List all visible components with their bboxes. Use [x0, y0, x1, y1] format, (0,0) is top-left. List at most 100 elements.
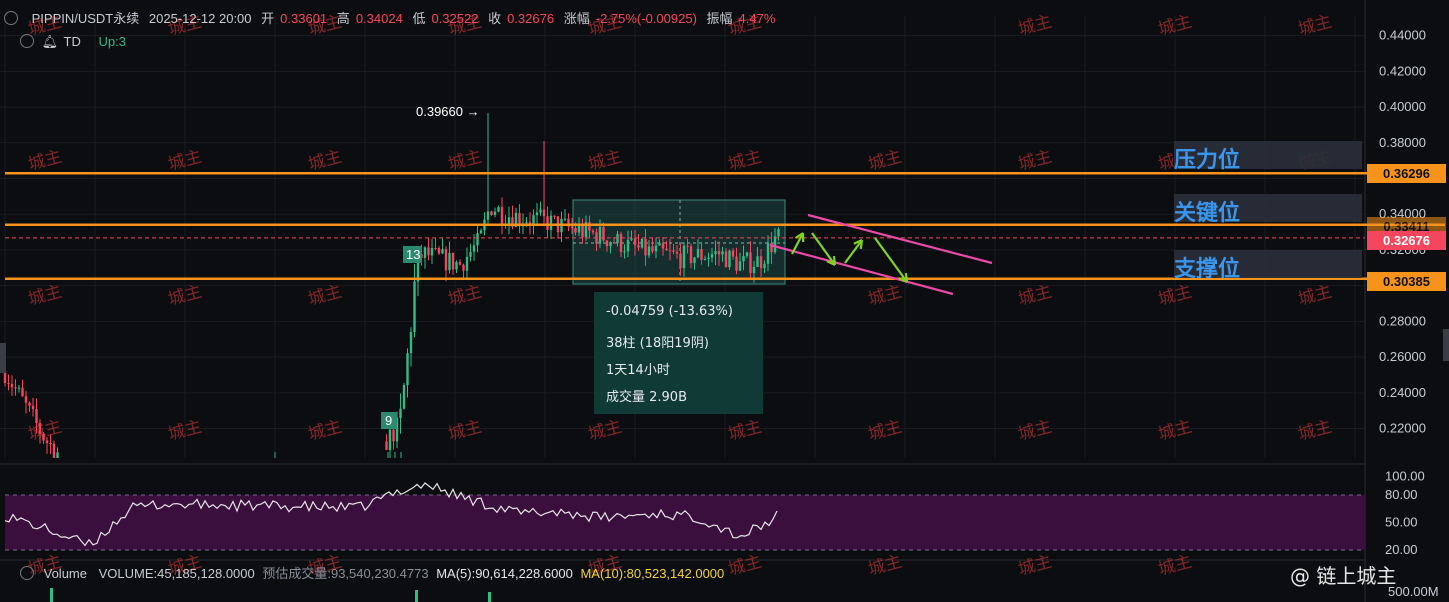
- y-tick-label: 0.44000: [1379, 28, 1426, 43]
- support-label-box: 支撑位: [1174, 250, 1362, 282]
- candle-body: [451, 252, 455, 270]
- td-indicator-value: Up:3: [98, 34, 126, 49]
- watermark-text: 城主: [306, 417, 344, 445]
- candle-body: [626, 239, 630, 252]
- candle-body: [763, 263, 766, 269]
- left-scroll-handle[interactable]: [0, 343, 6, 373]
- candle-body: [672, 250, 675, 252]
- candle-body: [3, 371, 7, 383]
- candle-body: [616, 234, 619, 243]
- candle-body: [633, 238, 637, 246]
- candle-body: [21, 387, 24, 397]
- support-price-tag: 0.30385: [1367, 272, 1446, 291]
- candle-body: [721, 251, 724, 255]
- candle-body: [413, 281, 416, 333]
- candle-body: [570, 226, 574, 229]
- candle-body: [658, 242, 661, 246]
- candle-body: [707, 257, 710, 260]
- candle-body: [458, 261, 462, 265]
- collapse-icon-2[interactable]: [20, 34, 34, 48]
- candle-body: [455, 261, 458, 270]
- candle-body: [24, 396, 28, 403]
- candle-body: [668, 250, 672, 252]
- candle-body: [444, 249, 448, 271]
- forecast-volume: 预估成交量:93,540,230.4773: [262, 566, 429, 581]
- candle-body: [728, 250, 731, 268]
- watermark-text: 城主: [446, 147, 484, 175]
- y-tick-label: 0.24000: [1379, 385, 1426, 400]
- watermark-text: 城主: [1016, 552, 1054, 580]
- candle-body: [612, 242, 616, 244]
- open-value: 0.33601: [280, 11, 328, 26]
- high-label: 高: [336, 11, 350, 26]
- candle-body: [493, 211, 497, 215]
- candle-body: [574, 228, 577, 233]
- candle-body: [49, 443, 52, 445]
- candle-body: [686, 245, 689, 247]
- volume-bar: [50, 588, 53, 602]
- candle-body: [602, 226, 605, 241]
- collapse-icon-3[interactable]: [20, 566, 34, 580]
- trend-lower: [769, 243, 954, 296]
- low-value: 0.32522: [431, 11, 479, 26]
- candle-body: [402, 385, 406, 409]
- resistance-label: 压力位: [1174, 148, 1241, 173]
- candle-body: [682, 245, 686, 269]
- candle-body: [553, 215, 556, 217]
- y-tick-label: 0.22000: [1379, 421, 1426, 436]
- candle-body: [52, 443, 56, 458]
- td13-text: 13: [406, 247, 420, 262]
- candle-body: [56, 452, 59, 458]
- candle-body: [665, 248, 668, 251]
- watermark-text: 城主: [726, 552, 764, 580]
- resistance-label-box: 压力位: [1174, 141, 1362, 173]
- candle-body: [605, 240, 609, 247]
- td-indicator-label[interactable]: TD: [64, 34, 81, 49]
- candle-body: [714, 251, 717, 255]
- candle-body: [777, 229, 780, 237]
- close-value: 0.32676: [507, 11, 555, 26]
- candle-body: [427, 247, 430, 256]
- symbol-label[interactable]: PIPPIN/USDT永续: [32, 11, 140, 26]
- candle-body: [756, 256, 759, 267]
- candle-body: [409, 332, 413, 354]
- high-value: 0.34024: [355, 11, 403, 26]
- volume-label[interactable]: Volume: [44, 566, 87, 581]
- measure-bars: 38柱 (18阳19阴): [606, 336, 709, 351]
- candle-body: [738, 261, 742, 271]
- volume-value: VOLUME:45,185,128.0000: [98, 566, 255, 581]
- candle-body: [476, 233, 479, 246]
- candle-body: [35, 409, 38, 424]
- collapse-icon[interactable]: [4, 11, 18, 25]
- candle-body: [385, 441, 388, 450]
- datetime-label: 2025-12-12 20:00: [148, 11, 252, 26]
- measure-stats-box: -0.04759 (-13.63%) 38柱 (18阳19阴) 1天14小时 成…: [594, 292, 763, 414]
- candle-body: [448, 252, 451, 271]
- indicator-row: 🔔︎ TD Up:3: [0, 32, 126, 50]
- brand-watermark: @ 链上城主: [1290, 564, 1397, 588]
- candle-body: [441, 249, 444, 254]
- watermark-text: 城主: [26, 147, 64, 175]
- candle-body: [430, 247, 434, 256]
- candle-body: [766, 242, 770, 264]
- candle-body: [563, 218, 567, 220]
- watermark-text: 城主: [1016, 147, 1054, 175]
- candle-body: [752, 266, 756, 274]
- watermark-text: 城主: [166, 147, 204, 175]
- candle-body: [710, 254, 714, 258]
- watermark-text: 城主: [26, 417, 64, 445]
- candle-body: [623, 251, 626, 253]
- key-level-label: 关键位: [1174, 201, 1241, 226]
- candle-body: [45, 440, 49, 444]
- bell-icon[interactable]: 🔔︎: [42, 34, 59, 49]
- right-scroll-handle[interactable]: [1443, 329, 1449, 361]
- candle-body: [7, 382, 10, 385]
- candle-body: [640, 238, 644, 248]
- candle-body: [577, 225, 581, 233]
- td9-text: 9: [385, 413, 392, 428]
- measure-change: -0.04759 (-13.63%): [606, 304, 733, 319]
- candle-body: [546, 216, 549, 230]
- candle-body: [749, 252, 752, 274]
- watermark-text: 城主: [726, 147, 764, 175]
- candle-body: [619, 234, 623, 252]
